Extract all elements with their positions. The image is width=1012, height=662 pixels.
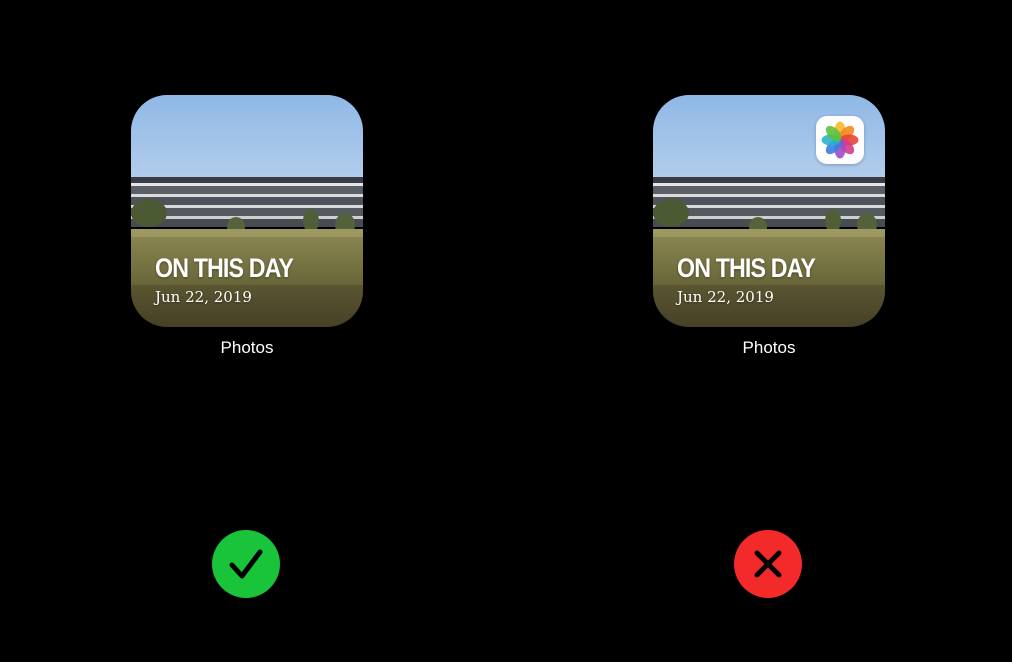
photos-app-icon	[816, 116, 864, 164]
widget-headline: ON THIS DAY	[155, 253, 294, 283]
checkmark-icon	[212, 530, 280, 598]
photos-widget-incorrect[interactable]: ON THIS DAY Jun 22, 2019	[653, 95, 885, 327]
widget-headline: ON THIS DAY	[677, 253, 816, 283]
x-mark-icon	[734, 530, 802, 598]
widget-date: Jun 22, 2019	[155, 288, 252, 306]
comparison-stage: ON THIS DAY Jun 22, 2019 Photos ON THIS …	[0, 0, 1012, 662]
widget-caption-correct: Photos	[220, 338, 274, 357]
widget-caption-incorrect: Photos	[742, 338, 796, 357]
photos-widget-correct[interactable]: ON THIS DAY Jun 22, 2019	[131, 95, 363, 327]
widget-date: Jun 22, 2019	[677, 288, 774, 306]
